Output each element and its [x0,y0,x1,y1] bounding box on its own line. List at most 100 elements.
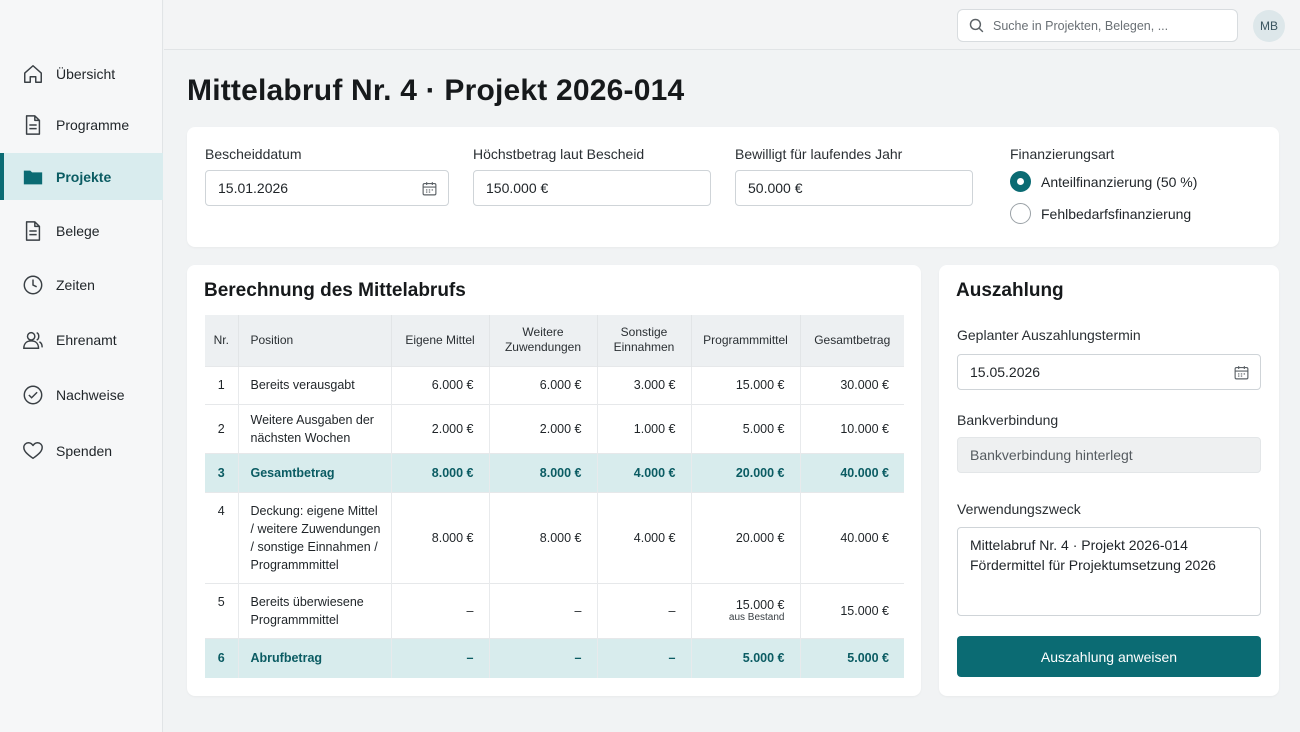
verwendungszweck-line: Mittelabruf Nr. 4 · Projekt 2026-014 [970,537,1188,553]
radio-dot [1010,171,1031,192]
table-row: 5 Bereits überwiesene Programmmittel – –… [205,582,904,638]
finanzierungsart-label: Finanzierungsart [1010,146,1115,162]
row-number: 2 [205,403,239,453]
cell-programm: 20.000 € [691,491,801,583]
heart-icon [22,440,44,462]
auszahlungstermin-value: 15.05.2026 [970,364,1041,380]
bescheiddatum-field[interactable]: 15.01.2026 [205,170,449,206]
sidebar-item-ehrenamt[interactable]: Ehrenamt [0,316,163,363]
cell-weitere: 8.000 € [489,491,598,583]
cell-sonstige: 4.000 € [597,491,692,583]
table-row-total: 3 Gesamtbetrag 8.000 € 8.000 € 4.000 € 2… [205,452,904,492]
users-icon [22,329,44,351]
sidebar-item-label: Übersicht [56,65,116,82]
bankverbindung-field: Bankverbindung hinterlegt [957,437,1261,473]
sidebar-item-spenden[interactable]: Spenden [0,427,163,474]
search-input[interactable] [993,18,1223,33]
cell-gesamt: 30.000 € [800,365,904,404]
verwendungszweck-label: Verwendungszweck [957,501,1081,517]
hoechstbetrag-label: Höchstbetrag laut Bescheid [473,146,645,162]
row-position: Bereits überwiesene Programmmittel [238,582,392,638]
bewilligt-value: 50.000 € [748,180,803,196]
bewilligt-field[interactable]: 50.000 € [735,170,973,206]
auszahlungstermin-field[interactable]: 15.05.2026 [957,354,1261,390]
avatar[interactable]: MB [1253,10,1285,42]
bescheid-card: Bescheiddatum 15.01.2026 Höchstbetrag la… [187,127,1279,247]
sidebar-item-label: Programme [56,116,130,133]
row-number: 1 [205,365,239,404]
radio-fehlbedarfsfinanzierung[interactable]: Fehlbedarfsfinanzierung [1010,203,1191,224]
cell-weitere: 6.000 € [489,365,598,404]
column-header: Position [238,315,392,366]
verwendungszweck-textarea[interactable]: Mittelabruf Nr. 4 · Projekt 2026-014 För… [957,527,1261,616]
radio-label: Anteilfinanzierung (50 %) [1041,173,1198,190]
sidebar-item-belege[interactable]: Belege [0,207,163,254]
verwendungszweck-line: Fördermittel für Projektumsetzung 2026 [970,557,1216,573]
cell-eigene: 2.000 € [391,403,490,453]
row-position: Deckung: eigene Mittel / weitere Zuwendu… [238,491,392,583]
calendar-icon[interactable] [421,180,438,197]
column-header: Eigene Mittel [391,315,490,366]
header-line: Sonstige [620,325,668,340]
table-row: 2 Weitere Ausgaben der nächsten Wochen 2… [205,403,904,453]
auszahlung-anweisen-button[interactable]: Auszahlung anweisen [957,636,1261,677]
row-number: 3 [205,452,239,492]
table-row: 1 Bereits verausgabt 6.000 € 6.000 € 3.0… [205,365,904,404]
radio-anteilfinanzierung[interactable]: Anteilfinanzierung (50 %) [1010,171,1197,192]
radio-dot [1010,203,1031,224]
sidebar-item-label: Ehrenamt [56,331,117,348]
check-circle-icon [22,384,44,406]
bescheiddatum-label: Bescheiddatum [205,146,302,162]
table-header-row: Nr. Position Eigene Mittel Weitere Zuwend… [205,315,904,366]
programm-value: 15.000 € [735,597,785,612]
clock-icon [22,274,44,296]
calculation-card: Berechnung des Mittelabrufs Nr. Position… [187,265,921,696]
sidebar-item-label: Projekte [56,168,112,185]
table-row: 4 Deckung: eigene Mittel / weitere Zuwen… [205,491,904,583]
payout-title: Auszahlung [956,280,1064,301]
table-row-abruf: 6 Abrufbetrag – – – 5.000 € 5.000 € [205,637,904,678]
cell-gesamt: 5.000 € [800,637,904,678]
cell-sonstige: – [597,637,692,678]
header-line: Weitere [522,325,564,340]
cell-weitere: 8.000 € [489,452,598,492]
calendar-icon[interactable] [1233,364,1250,381]
folder-icon [22,166,44,188]
hoechstbetrag-value: 150.000 € [486,180,549,196]
row-position: Gesamtbetrag [238,452,392,492]
payout-card: Auszahlung Geplanter Auszahlungstermin 1… [939,265,1279,696]
header-line: Einnahmen [613,340,675,355]
cell-gesamt: 40.000 € [800,452,904,492]
cell-sonstige: 4.000 € [597,452,692,492]
cell-programm: 20.000 € [691,452,801,492]
document-icon [22,220,44,242]
cell-programm: 15.000 € [691,365,801,404]
sidebar: Übersicht Programme Projekte Belege Zeit… [0,0,163,732]
column-header: Nr. [205,315,239,366]
bewilligt-label: Bewilligt für laufendes Jahr [735,146,903,162]
calculation-title: Berechnung des Mittelabrufs [204,280,466,301]
sidebar-item-zeiten[interactable]: Zeiten [0,261,163,308]
document-icon [22,114,44,136]
row-position: Weitere Ausgaben der nächsten Wochen [238,403,392,453]
cell-programm: 5.000 € [691,637,801,678]
calculation-table: Nr. Position Eigene Mittel Weitere Zuwend… [205,315,904,678]
sidebar-item-projekte[interactable]: Projekte [0,153,163,200]
programm-note: aus Bestand [728,611,785,623]
home-icon [22,63,44,85]
column-header: Gesamtbetrag [800,315,904,366]
sidebar-item-programme[interactable]: Programme [0,101,163,148]
sidebar-item-label: Belege [56,222,100,239]
cell-sonstige: 3.000 € [597,365,692,404]
cell-eigene: 8.000 € [391,452,490,492]
search-box[interactable] [957,9,1238,42]
bankverbindung-label: Bankverbindung [957,412,1059,428]
bankverbindung-value: Bankverbindung hinterlegt [970,447,1133,463]
cell-gesamt: 40.000 € [800,491,904,583]
search-icon [968,17,985,34]
hoechstbetrag-field[interactable]: 150.000 € [473,170,711,206]
sidebar-item-nachweise[interactable]: Nachweise [0,371,163,418]
sidebar-item-uebersicht[interactable]: Übersicht [0,50,163,97]
cell-eigene: 8.000 € [391,491,490,583]
cell-weitere: 2.000 € [489,403,598,453]
